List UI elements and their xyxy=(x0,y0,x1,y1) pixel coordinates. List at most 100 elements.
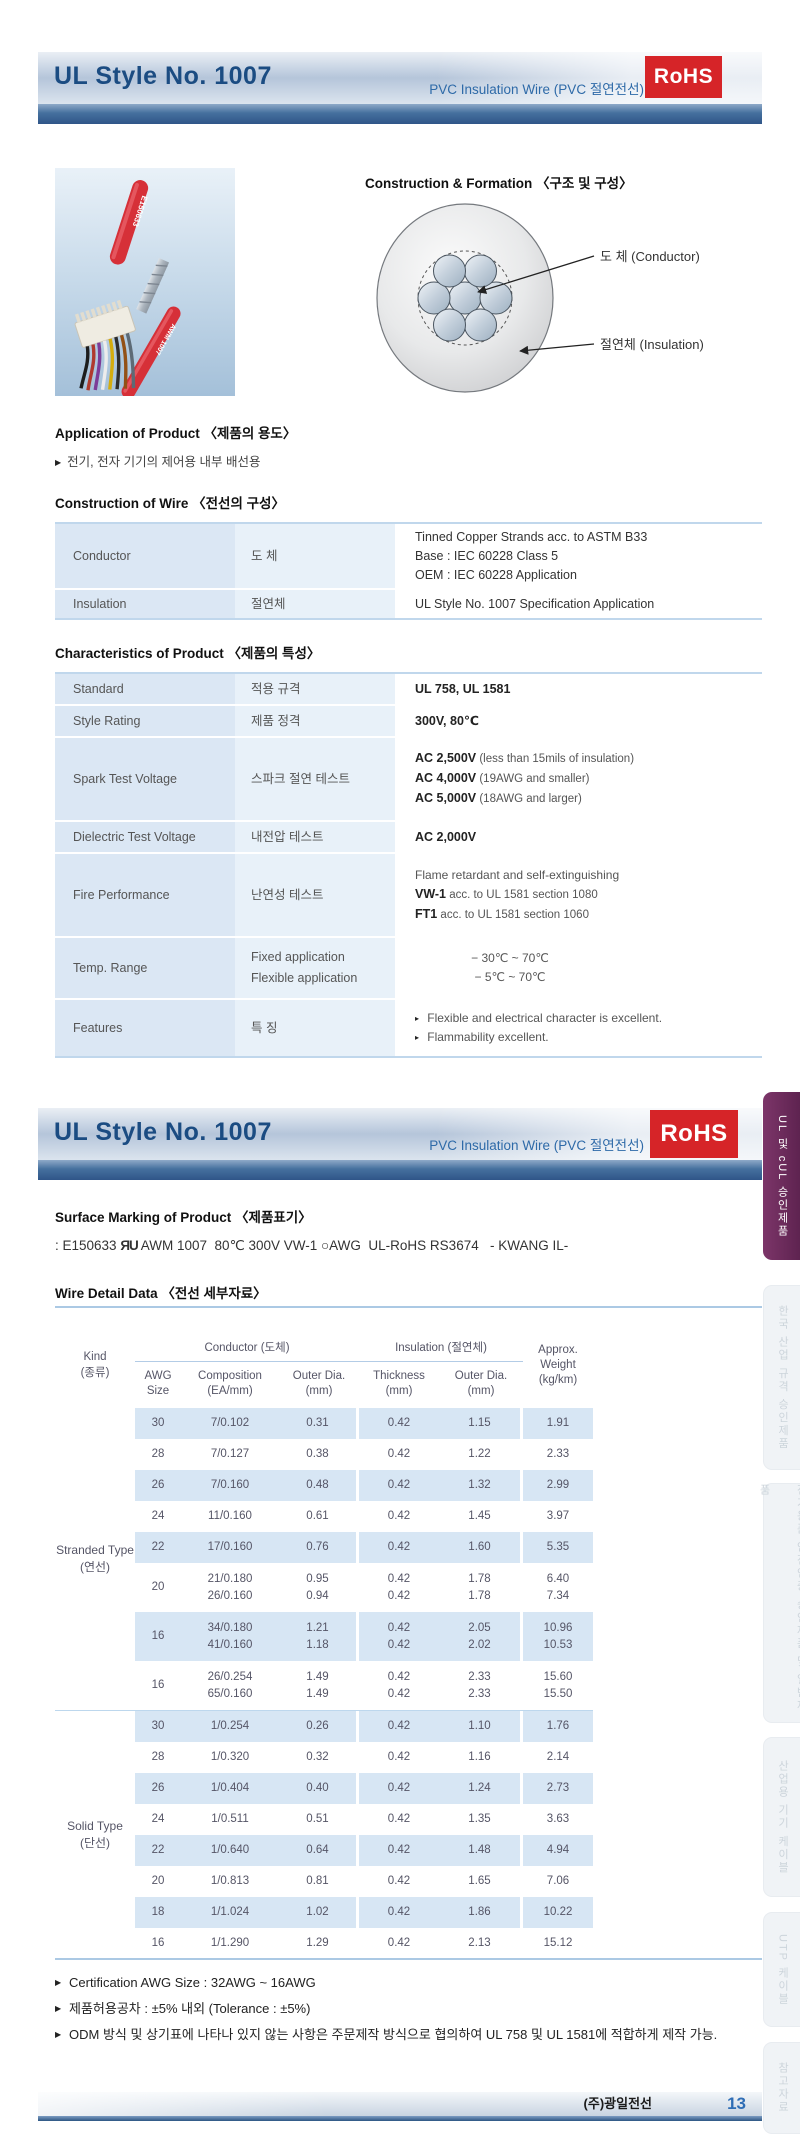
spec-value-line: VW-1 acc. to UL 1581 section 1080 xyxy=(415,885,762,905)
catalog-page: UL Style No. 1007 PVC Insulation Wire (P… xyxy=(0,0,800,2140)
table-cell: 0.26 xyxy=(279,1711,359,1742)
wire-detail-table: Kind (종류) Conductor (도체) Insulation (절연체… xyxy=(55,1322,593,1959)
table-cell: 1.60 xyxy=(439,1532,523,1563)
table-cell: 2.73 xyxy=(523,1773,593,1804)
spec-strong: VW-1 xyxy=(415,887,446,901)
table-cell: 1.91 xyxy=(523,1408,593,1439)
page-subtitle: PVC Insulation Wire (PVC 절연전선) xyxy=(429,78,644,98)
table-cell: 18 xyxy=(135,1897,181,1928)
table-cell: 7/0.102 xyxy=(181,1408,279,1439)
table-cell: 1.29 xyxy=(279,1928,359,1959)
table-cell: 0.76 xyxy=(279,1532,359,1563)
table-row: 301/0.2540.260.421.101.76 xyxy=(135,1711,593,1742)
conductor-label: 도 체 (Conductor) xyxy=(600,249,700,264)
table-cell: 21/0.18026/0.160 xyxy=(181,1563,279,1612)
table-cell: 0.42 xyxy=(359,1804,439,1835)
col-header-ins-outer-dia: Outer Dia. (mm) xyxy=(439,1369,523,1399)
table-cell: 1.02 xyxy=(279,1897,359,1928)
table-cell: 22 xyxy=(135,1532,181,1563)
footer-rule xyxy=(38,2116,762,2121)
surface-marking-section: Surface Marking of Product 〈제품표기〉 : E150… xyxy=(55,1206,568,1254)
side-tab-inactive[interactable]: 참고자료 xyxy=(763,2042,800,2134)
table-cell: 0.32 xyxy=(279,1742,359,1773)
application-section: Application of Product 〈제품의 용도〉 ▶전기, 전자 … xyxy=(55,422,296,470)
application-item: ▶전기, 전자 기기의 제어용 내부 배선용 xyxy=(55,451,296,470)
triangle-bullet-icon: ▶ xyxy=(55,1996,61,2022)
table-row: 221/0.6400.640.421.484.94 xyxy=(135,1835,593,1866)
triangle-bullet-icon: ▸ xyxy=(415,1014,421,1023)
spec-value-line: AC 2,000V xyxy=(415,828,762,847)
table-cell: 3.63 xyxy=(523,1804,593,1835)
table-cell: 2.99 xyxy=(523,1470,593,1501)
rohs-logo: RoHS xyxy=(645,56,722,98)
side-tab-inactive[interactable]: 전기용품 안전인증 승인제품 및 일반제품 xyxy=(763,1483,800,1723)
triangle-bullet-icon: ▶ xyxy=(55,1970,61,1996)
characteristics-section: Characteristics of Product 〈제품의 특성〉 Stan… xyxy=(55,642,762,1058)
spec-value: AC 2,500V (less than 15mils of insulatio… xyxy=(395,738,762,822)
table-cell: 10.9610.53 xyxy=(523,1612,593,1661)
diagram-title: Construction & Formation 〈구조 및 구성〉 xyxy=(365,172,633,192)
product-photo: E150633 AWM 1007 xyxy=(55,168,235,396)
side-tab-inactive[interactable]: 산업용 기기 케이블 xyxy=(763,1737,800,1897)
table-cell: 16 xyxy=(135,1661,181,1710)
table-cell: 0.64 xyxy=(279,1835,359,1866)
product-photo-image: E150633 AWM 1007 xyxy=(55,168,235,396)
table-cell: 0.42 xyxy=(359,1501,439,1532)
table-row: 241/0.5110.510.421.353.63 xyxy=(135,1804,593,1835)
table-cell: 5.35 xyxy=(523,1532,593,1563)
spec-label-ko: 도 체 xyxy=(235,524,395,590)
col-header-awg: AWG Size xyxy=(135,1369,181,1399)
table-cell: 20 xyxy=(135,1866,181,1897)
table-cell: 1.781.78 xyxy=(439,1563,523,1612)
table-cell: 0.81 xyxy=(279,1866,359,1897)
table-cell: 1.45 xyxy=(439,1501,523,1532)
wire-table-header: Kind (종류) Conductor (도체) Insulation (절연체… xyxy=(55,1322,593,1408)
kind-cell: Solid Type (단선) xyxy=(55,1711,135,1959)
spec-strong: AC 5,000V xyxy=(415,791,476,805)
table-cell: 28 xyxy=(135,1439,181,1470)
table-cell: 3.97 xyxy=(523,1501,593,1532)
table-cell: 7.06 xyxy=(523,1866,593,1897)
table-cell: 4.94 xyxy=(523,1835,593,1866)
table-row: 161/1.2901.290.422.1315.12 xyxy=(135,1928,593,1959)
table-cell: 1.10 xyxy=(439,1711,523,1742)
note-line: ▶Certification AWG Size : 32AWG ~ 16AWG xyxy=(55,1970,755,1996)
table-row: 181/1.0241.020.421.8610.22 xyxy=(135,1897,593,1928)
table-row: 1626/0.25465/0.1601.491.490.420.422.332.… xyxy=(135,1661,593,1710)
table-row: 2021/0.18026/0.1600.950.940.420.421.781.… xyxy=(135,1563,593,1612)
table-cell: 15.6015.50 xyxy=(523,1661,593,1710)
side-tab-inactive[interactable]: 한국 산업 규격 승인제품 xyxy=(763,1285,800,1470)
spec-label-ko: 난연성 테스트 xyxy=(235,854,395,938)
table-cell: 1.211.18 xyxy=(279,1612,359,1661)
spec-strong: 300V, 80℃ xyxy=(415,714,479,728)
table-cell: 1/1.290 xyxy=(181,1928,279,1959)
spec-strong: AC 2,500V xyxy=(415,751,476,765)
notes-section: ▶Certification AWG Size : 32AWG ~ 16AWG▶… xyxy=(55,1970,755,2048)
col-header-kind: Kind (종류) xyxy=(55,1322,135,1408)
spec-value: 300V, 80℃ xyxy=(395,706,762,738)
side-tab-inactive[interactable]: UTP 케이블 xyxy=(763,1912,800,2027)
application-heading: Application of Product 〈제품의 용도〉 xyxy=(55,422,296,442)
spec-value-line: AC 5,000V (18AWG and larger) xyxy=(415,789,762,809)
spec-label-ko: 제품 정격 xyxy=(235,706,395,738)
table-cell: 11/0.160 xyxy=(181,1501,279,1532)
table-cell: 0.51 xyxy=(279,1804,359,1835)
rohs-logo: RoHS xyxy=(650,1110,738,1158)
spec-value-line: 300V, 80℃ xyxy=(415,712,762,731)
table-cell: 0.38 xyxy=(279,1439,359,1470)
table-cell: 1.86 xyxy=(439,1897,523,1928)
insulation-label: 절연체 (Insulation) xyxy=(600,337,704,352)
spec-row: Fire Performance난연성 테스트Flame retardant a… xyxy=(55,854,762,938)
spec-row: Insulation절연체UL Style No. 1007 Specifica… xyxy=(55,590,762,618)
table-cell: 2.33 xyxy=(523,1439,593,1470)
spec-label-ko: 특 징 xyxy=(235,1000,395,1056)
table-cell: 1.15 xyxy=(439,1408,523,1439)
spec-label-en: Features xyxy=(55,1000,235,1056)
table-bottom-rule xyxy=(55,1958,762,1960)
table-cell: 34/0.18041/0.160 xyxy=(181,1612,279,1661)
side-tab-ul-cul[interactable]: UL 및 cUL 승인제품 xyxy=(763,1092,800,1260)
spec-label-en: Spark Test Voltage xyxy=(55,738,235,822)
table-row: 2217/0.1600.760.421.605.35 xyxy=(135,1532,593,1563)
spec-label-en: Conductor xyxy=(55,524,235,590)
spec-value-line: UL Style No. 1007 Specification Applicat… xyxy=(415,595,762,614)
